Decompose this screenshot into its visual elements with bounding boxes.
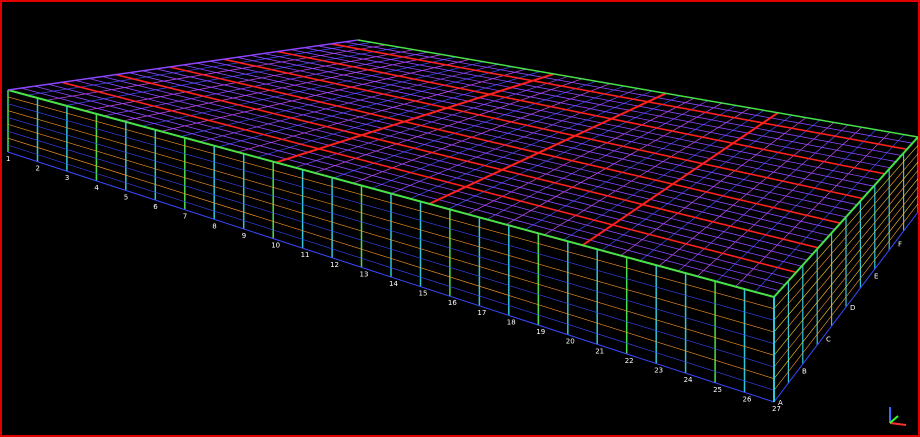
- wall-girt: [7, 117, 775, 344]
- grid-label: C: [826, 336, 831, 344]
- grid-label: 2: [36, 165, 40, 173]
- grid-label: E: [874, 272, 878, 280]
- grid-label: 22: [625, 357, 634, 365]
- grid-label: 1: [6, 155, 10, 163]
- grid-label: 25: [713, 386, 722, 394]
- steel-frame-model[interactable]: 1234567891011121314151617181920212223242…: [2, 2, 918, 435]
- grid-label: 15: [419, 290, 428, 298]
- grid-label: A: [778, 399, 783, 407]
- eave-edge: [357, 39, 918, 138]
- grid-label: 8: [212, 222, 216, 230]
- grid-label: 5: [124, 194, 128, 202]
- grid-label: F: [898, 241, 902, 249]
- 3d-model-viewport[interactable]: 1 2 3 4 5 6 7 8 9 10 11 12 13 14 15 16 17 18 19 20 21 22 23 24 2…: [0, 0, 920, 437]
- roof-rafter: [61, 81, 797, 274]
- grid-label: B: [802, 367, 807, 375]
- grid-label: 9: [242, 232, 246, 240]
- wall-girt: [7, 144, 775, 391]
- end-girt: [773, 186, 918, 368]
- grid-label: 16: [448, 299, 457, 307]
- grid-label: D: [850, 304, 855, 312]
- wall-girt: [7, 110, 775, 333]
- axis-triad-icon[interactable]: [884, 403, 910, 429]
- roof-rafter: [290, 49, 891, 169]
- grid-label: 23: [654, 367, 663, 375]
- wall-girt: [7, 124, 775, 356]
- grid-label: 6: [153, 203, 158, 211]
- grid-label: 17: [477, 309, 486, 317]
- wall-girt: [7, 131, 775, 368]
- grid-label: 21: [595, 347, 604, 355]
- roof-rafter: [330, 43, 908, 151]
- roof-rafter: [304, 47, 896, 162]
- grid-label: 3: [65, 174, 69, 182]
- roof-rafter: [317, 45, 902, 156]
- grid-label: 19: [536, 328, 545, 336]
- grid-label: 7: [183, 213, 187, 221]
- grid-label: 4: [94, 184, 99, 192]
- roof-purlins: [7, 39, 918, 298]
- grid-label: 18: [507, 319, 516, 327]
- grid-label: 20: [566, 338, 575, 346]
- grid-label: 10: [271, 242, 280, 250]
- grid-label: 14: [389, 280, 398, 288]
- grid-label: 26: [743, 395, 752, 403]
- roof-rafter: [209, 60, 858, 206]
- grid-label: 12: [330, 261, 339, 269]
- roof-rafter: [88, 78, 808, 261]
- grid-label: 24: [684, 376, 693, 384]
- grid-label: 13: [360, 270, 369, 278]
- grid-label: 11: [301, 251, 310, 259]
